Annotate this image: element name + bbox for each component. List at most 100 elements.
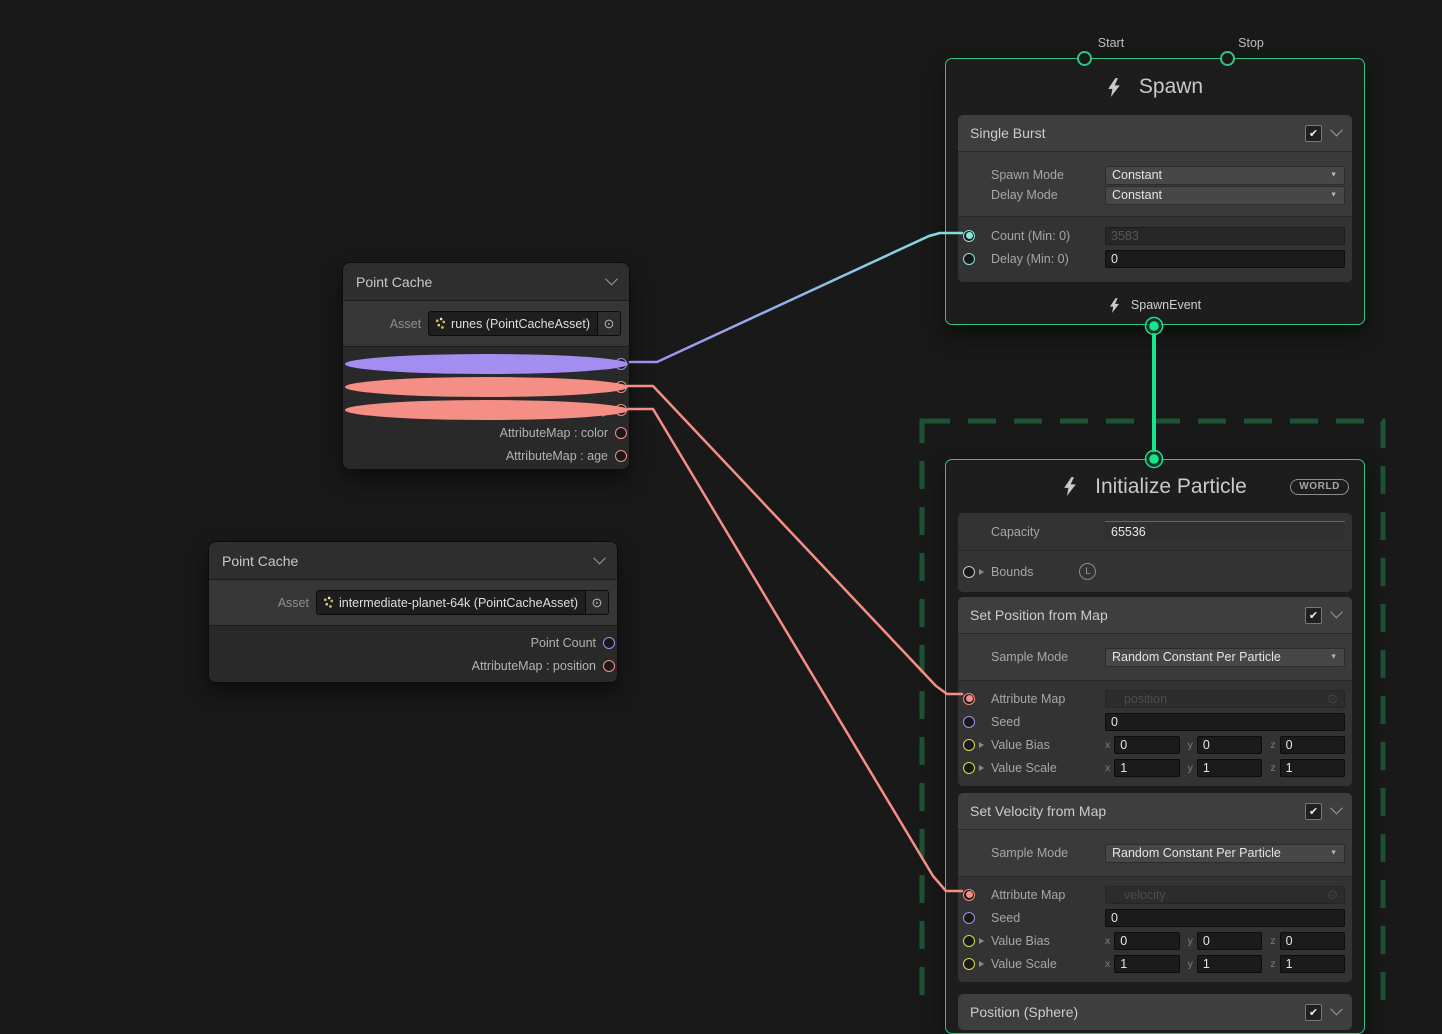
point-count-output-port[interactable] bbox=[615, 358, 627, 370]
foldout-triangle-icon[interactable] bbox=[979, 765, 984, 771]
z-axis-label: z bbox=[1270, 958, 1275, 970]
attribute-map-label: Attribute Map bbox=[991, 692, 1105, 706]
seed-label: Seed bbox=[991, 911, 1105, 925]
lightning-icon bbox=[1109, 298, 1120, 313]
output-row: Point Count bbox=[343, 352, 629, 375]
block-title: Set Velocity from Map bbox=[970, 803, 1106, 819]
chevron-down-icon[interactable] bbox=[1330, 124, 1343, 137]
foldout-triangle-icon[interactable] bbox=[979, 569, 984, 575]
attributemap-age-output-port[interactable] bbox=[615, 450, 627, 462]
value-scale-y-field[interactable]: 1 bbox=[1197, 759, 1262, 777]
output-row: AttributeMap : color bbox=[343, 421, 629, 444]
bounds-input-port[interactable] bbox=[963, 566, 975, 578]
chevron-down-icon[interactable] bbox=[593, 551, 606, 564]
value-bias-z-field[interactable]: 0 bbox=[1280, 932, 1345, 950]
value-bias-y-field[interactable]: 0 bbox=[1197, 736, 1262, 754]
stop-port-label: Stop bbox=[1238, 36, 1264, 50]
attributemap-position-output-port[interactable] bbox=[603, 660, 615, 672]
attribute-map-field: velocity bbox=[1105, 886, 1345, 904]
pcache-asset-icon bbox=[434, 317, 447, 330]
seed-label: Seed bbox=[991, 715, 1105, 729]
x-axis-label: x bbox=[1105, 958, 1110, 970]
asset-label: Asset bbox=[390, 317, 421, 331]
value-bias-label: Value Bias bbox=[991, 738, 1105, 752]
attribute-map-input-port[interactable] bbox=[963, 889, 975, 901]
asset-object-field[interactable]: runes (PointCacheAsset) bbox=[428, 311, 621, 336]
value-scale-x-field[interactable]: 1 bbox=[1114, 955, 1179, 973]
start-flow-port[interactable] bbox=[1077, 51, 1092, 66]
object-picker-icon[interactable] bbox=[597, 312, 620, 335]
lightning-icon bbox=[1063, 477, 1077, 496]
seed-field[interactable]: 0 bbox=[1105, 909, 1345, 927]
object-picker-icon[interactable] bbox=[585, 591, 608, 614]
point-cache-node-runes[interactable]: Point Cache Asset runes (PointCacheAsset… bbox=[342, 262, 630, 470]
delay-field[interactable]: 0 bbox=[1105, 250, 1345, 268]
spawn-context-node[interactable]: Start Stop Spawn Single Burst Spawn Mode… bbox=[945, 58, 1365, 325]
sample-mode-label: Sample Mode bbox=[991, 846, 1105, 860]
x-axis-label: x bbox=[1105, 935, 1110, 947]
attribute-map-input-port[interactable] bbox=[963, 693, 975, 705]
capacity-field[interactable]: 65536 bbox=[1105, 521, 1345, 542]
block-enabled-checkbox[interactable] bbox=[1305, 125, 1322, 142]
value-scale-z-field[interactable]: 1 bbox=[1280, 955, 1345, 973]
delay-mode-label: Delay Mode bbox=[991, 188, 1105, 202]
asset-object-field[interactable]: intermediate-planet-64k (PointCacheAsset… bbox=[316, 590, 609, 615]
value-bias-input-port[interactable] bbox=[963, 935, 975, 947]
point-count-output-port[interactable] bbox=[603, 637, 615, 649]
value-bias-z-field[interactable]: 0 bbox=[1280, 736, 1345, 754]
value-scale-label: Value Scale bbox=[991, 957, 1105, 971]
value-scale-z-field[interactable]: 1 bbox=[1280, 759, 1345, 777]
foldout-triangle-icon[interactable] bbox=[979, 938, 984, 944]
count-input-port[interactable] bbox=[963, 230, 975, 242]
value-bias-x-field[interactable]: 0 bbox=[1114, 736, 1179, 754]
attributemap-position-output-port[interactable] bbox=[615, 381, 627, 393]
stop-flow-port[interactable] bbox=[1220, 51, 1235, 66]
output-row: AttributeMap : velocity bbox=[343, 398, 629, 421]
delay-mode-dropdown[interactable]: Constant bbox=[1105, 186, 1345, 205]
single-burst-block: Single Burst Spawn Mode Constant Delay M… bbox=[958, 115, 1352, 282]
attributemap-color-output-port[interactable] bbox=[615, 427, 627, 439]
initialize-properties-block: Capacity 65536 Bounds L bbox=[958, 513, 1352, 592]
y-axis-label: y bbox=[1188, 739, 1193, 751]
foldout-triangle-icon[interactable] bbox=[979, 961, 984, 967]
point-cache-node-planet[interactable]: Point Cache Asset intermediate-planet-64… bbox=[208, 541, 618, 683]
spawn-mode-dropdown[interactable]: Constant bbox=[1105, 166, 1345, 185]
seed-input-port[interactable] bbox=[963, 912, 975, 924]
foldout-triangle-icon[interactable] bbox=[979, 742, 984, 748]
sample-mode-dropdown[interactable]: Random Constant Per Particle bbox=[1105, 844, 1345, 863]
y-axis-label: y bbox=[1188, 935, 1193, 947]
value-scale-input-port[interactable] bbox=[963, 762, 975, 774]
seed-field[interactable]: 0 bbox=[1105, 713, 1345, 731]
sample-mode-dropdown[interactable]: Random Constant Per Particle bbox=[1105, 648, 1345, 667]
y-axis-label: y bbox=[1188, 958, 1193, 970]
world-space-badge[interactable]: WORLD bbox=[1290, 479, 1349, 495]
z-axis-label: z bbox=[1270, 762, 1275, 774]
value-bias-input-port[interactable] bbox=[963, 739, 975, 751]
block-enabled-checkbox[interactable] bbox=[1305, 1004, 1322, 1021]
spawn-event-output-row: SpawnEvent bbox=[946, 287, 1364, 323]
z-axis-label: z bbox=[1270, 739, 1275, 751]
set-velocity-from-map-block: Set Velocity from Map Sample Mode Random… bbox=[958, 793, 1352, 982]
value-scale-input-port[interactable] bbox=[963, 958, 975, 970]
chevron-down-icon[interactable] bbox=[605, 272, 618, 285]
block-title: Position (Sphere) bbox=[970, 1004, 1078, 1020]
block-enabled-checkbox[interactable] bbox=[1305, 607, 1322, 624]
chevron-down-icon[interactable] bbox=[1330, 802, 1343, 815]
value-bias-x-field[interactable]: 0 bbox=[1114, 932, 1179, 950]
asset-label: Asset bbox=[278, 596, 309, 610]
value-scale-label: Value Scale bbox=[991, 761, 1105, 775]
block-enabled-checkbox[interactable] bbox=[1305, 803, 1322, 820]
initialize-particle-context-node[interactable]: Initialize Particle WORLD Capacity 65536… bbox=[945, 459, 1365, 1034]
chevron-down-icon[interactable] bbox=[1330, 606, 1343, 619]
count-field: 3583 bbox=[1105, 227, 1345, 245]
count-label: Count (Min: 0) bbox=[991, 229, 1105, 243]
delay-input-port[interactable] bbox=[963, 253, 975, 265]
seed-input-port[interactable] bbox=[963, 716, 975, 728]
node-title: Initialize Particle bbox=[1095, 475, 1247, 499]
chevron-down-icon[interactable] bbox=[1330, 1003, 1343, 1016]
local-space-icon[interactable]: L bbox=[1079, 563, 1096, 580]
attributemap-velocity-output-port[interactable] bbox=[615, 404, 627, 416]
value-scale-x-field[interactable]: 1 bbox=[1114, 759, 1179, 777]
value-bias-y-field[interactable]: 0 bbox=[1197, 932, 1262, 950]
value-scale-y-field[interactable]: 1 bbox=[1197, 955, 1262, 973]
